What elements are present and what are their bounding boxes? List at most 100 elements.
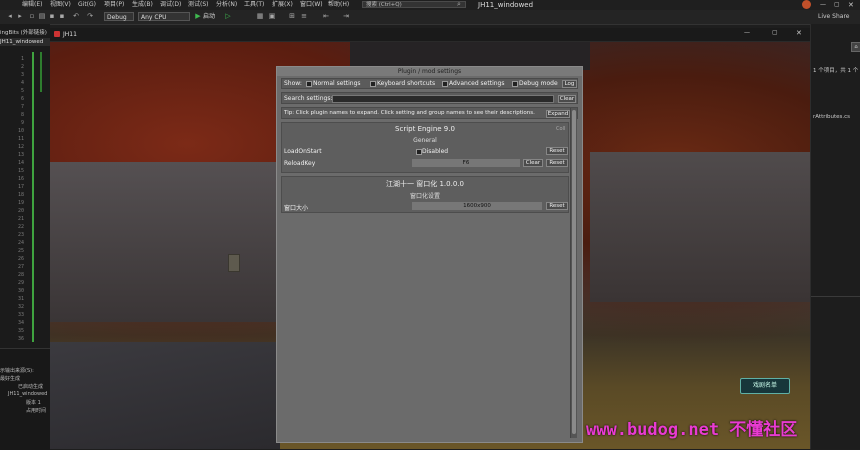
editor-left-panel: ingBits (外部链接) JH11_windowed 1 2 3 4 5 6 7 8 9 10… <box>0 24 50 450</box>
reloadkey-value[interactable]: F6 <box>412 159 520 167</box>
panel-pin-icon[interactable]: ⌂ <box>851 42 860 52</box>
line-number: 20 <box>17 208 24 214</box>
plugin-settings-dialog: Plugin / mod settings Show: Normal setti… <box>276 66 583 443</box>
minimize-icon[interactable]: — <box>820 0 826 10</box>
group-name[interactable]: General <box>282 137 568 144</box>
game-close-icon[interactable]: ✕ <box>796 29 802 37</box>
setting-name-loadonstart[interactable]: LoadOnStart <box>284 148 322 155</box>
search-label: Search settings: <box>284 95 333 102</box>
line-number: 9 <box>20 120 24 126</box>
dialog-title[interactable]: Plugin / mod settings <box>277 67 582 76</box>
setting-name-reloadkey[interactable]: ReloadKey <box>284 160 315 167</box>
game-maximize-icon[interactable]: ▢ <box>772 29 778 36</box>
toolbar-icon-e[interactable]: ⇤ <box>322 12 330 20</box>
line-number: 1 <box>20 56 24 62</box>
collapse-hint[interactable]: Coll <box>556 126 565 132</box>
menu-edit[interactable]: 编辑(E) <box>22 0 42 10</box>
normal-settings-checkbox[interactable] <box>306 81 312 87</box>
reloadkey-reset-button[interactable]: Reset <box>546 159 568 167</box>
toolbar-icon-c[interactable]: ⊞ <box>288 12 296 20</box>
back-icon[interactable]: ◂ <box>6 12 14 20</box>
save-icon[interactable]: ▪ <box>48 12 56 20</box>
redo-icon[interactable]: ↷ <box>86 12 94 20</box>
advanced-settings-label[interactable]: Advanced settings <box>449 80 504 87</box>
normal-settings-label[interactable]: Normal settings <box>313 80 361 87</box>
search-icon: ⌕ <box>457 0 461 8</box>
line-number: 6 <box>20 96 24 102</box>
toolbar-icon-d[interactable]: ≡ <box>300 12 308 20</box>
search-box[interactable]: 搜索 (Ctrl+Q) <box>362 1 466 8</box>
ide-toolbar: ◂ ▸ ▫ ▤ ▪ ▪ ↶ ↷ Debug Any CPU ▶ 启动 ▷ ▦ ▣… <box>0 10 860 25</box>
undo-icon[interactable]: ↶ <box>72 12 80 20</box>
line-number: 14 <box>17 160 24 166</box>
menu-help[interactable]: 帮助(H) <box>328 0 349 10</box>
output-line: 最好生成 <box>0 376 21 382</box>
advanced-settings-checkbox[interactable] <box>442 81 448 87</box>
log-button[interactable]: Log <box>562 80 577 88</box>
line-number: 8 <box>20 112 24 118</box>
debug-mode-label[interactable]: Debug mode <box>519 80 558 87</box>
window-size-dropdown[interactable]: 1600x900 <box>412 202 542 210</box>
live-share-button[interactable]: Live Share <box>818 12 849 21</box>
window-size-reset-button[interactable]: Reset <box>546 202 568 210</box>
plugin-name[interactable]: Script Engine 9.0 <box>282 125 568 133</box>
line-number: 26 <box>17 256 24 262</box>
game-titlebar: JH11 — ▢ ✕ <box>50 28 810 42</box>
group-name[interactable]: 窗口化设置 <box>282 191 568 200</box>
tip-text: Tip: Click plugin names to expand. Click… <box>284 110 535 116</box>
reloadkey-clear-button[interactable]: Clear <box>523 159 543 167</box>
config-select[interactable]: Debug <box>104 12 134 21</box>
line-number: 18 <box>17 192 24 198</box>
line-number: 13 <box>17 152 24 158</box>
start-without-debug-icon[interactable]: ▷ <box>224 12 232 20</box>
play-icon[interactable]: ▶ <box>194 12 202 20</box>
loadonstart-value[interactable]: Disabled <box>422 148 448 155</box>
platform-select[interactable]: Any CPU <box>138 12 190 21</box>
menu-window[interactable]: 窗口(W) <box>300 0 323 10</box>
menu-extensions[interactable]: 扩展(X) <box>272 0 293 10</box>
file-tab[interactable]: ingBits (外部链接) <box>0 28 50 36</box>
dialog-scrollbar[interactable] <box>570 108 577 438</box>
in-game-menu-button[interactable]: 戏剧名单 <box>740 378 790 394</box>
menu-view[interactable]: 视图(V) <box>50 0 71 10</box>
save-all-icon[interactable]: ▪ <box>58 12 66 20</box>
wall-right <box>590 152 810 302</box>
game-window-title: JH11 <box>63 31 77 38</box>
game-minimize-icon[interactable]: — <box>744 29 750 36</box>
scrollbar-thumb[interactable] <box>572 110 576 434</box>
clear-search-button[interactable]: Clear <box>558 95 576 103</box>
keyboard-shortcuts-checkbox[interactable] <box>370 81 376 87</box>
toolbar-icon-f[interactable]: ⇥ <box>342 12 350 20</box>
forward-icon[interactable]: ▸ <box>16 12 24 20</box>
menu-build[interactable]: 生成(B) <box>132 0 153 10</box>
solution-file-item[interactable]: rAttributes.cs <box>813 114 850 120</box>
menu-debug[interactable]: 调试(D) <box>160 0 181 10</box>
toolbar-icon-a[interactable]: ▦ <box>256 12 264 20</box>
solution-explorer-panel: ⌂ 1 个项目，共 1 个 rAttributes.cs <box>810 24 860 449</box>
loadonstart-reset-button[interactable]: Reset <box>546 147 568 155</box>
expand-button[interactable]: Expand <box>546 110 570 118</box>
setting-name-window-size[interactable]: 窗口大小 <box>284 203 308 212</box>
menu-test[interactable]: 测试(S) <box>188 0 209 10</box>
maximize-icon[interactable]: ▢ <box>834 0 840 10</box>
close-icon[interactable]: ✕ <box>848 0 854 10</box>
menu-project[interactable]: 项目(P) <box>104 0 124 10</box>
project-tab[interactable]: JH11_windowed <box>0 38 50 46</box>
search-settings-input[interactable] <box>332 95 554 103</box>
plugin-name[interactable]: 江湖十一 窗口化 1.0.0.0 <box>282 179 568 189</box>
output-line: 占用时间 <box>26 408 47 414</box>
menu-analyze[interactable]: 分析(N) <box>216 0 237 10</box>
avatar[interactable] <box>802 0 811 9</box>
line-number: 15 <box>17 168 24 174</box>
menu-tools[interactable]: 工具(T) <box>244 0 264 10</box>
debug-mode-checkbox[interactable] <box>512 81 518 87</box>
change-marker <box>40 52 42 92</box>
new-file-icon[interactable]: ▫ <box>28 12 36 20</box>
line-number: 3 <box>20 72 24 78</box>
output-line: 示输出来源(S): <box>0 368 34 374</box>
menu-git[interactable]: Git(G) <box>78 0 96 10</box>
open-folder-icon[interactable]: ▤ <box>38 12 46 20</box>
start-button[interactable]: 启动 <box>203 12 215 21</box>
keyboard-shortcuts-label[interactable]: Keyboard shortcuts <box>377 80 435 87</box>
toolbar-icon-b[interactable]: ▣ <box>268 12 276 20</box>
